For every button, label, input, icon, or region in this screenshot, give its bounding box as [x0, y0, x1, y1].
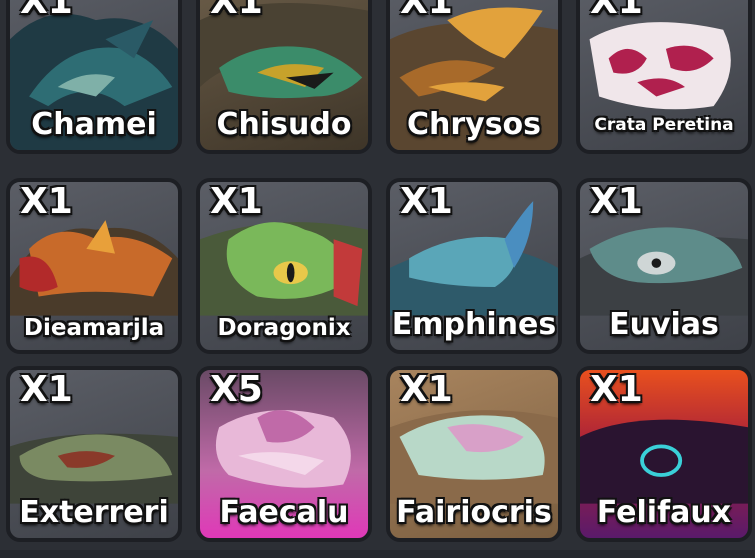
item-name: Chrysos [406, 107, 542, 142]
item-card-chisudo[interactable]: X1 Chisudo [196, 0, 372, 154]
item-name: Chisudo [216, 107, 352, 142]
item-count: X1 [210, 181, 263, 222]
item-card-chrysos[interactable]: X1 Chrysos [386, 0, 562, 154]
item-name: Felifaux [596, 495, 732, 530]
item-count: X1 [20, 369, 73, 410]
item-count: X1 [590, 369, 643, 410]
item-name: Fairiocris [396, 495, 552, 530]
item-card-faecalu[interactable]: X5 Faecalu [196, 366, 372, 542]
item-card-emphines[interactable]: X1 Emphines [386, 178, 562, 354]
item-card-doragonix[interactable]: X1 Doragonix [196, 178, 372, 354]
item-count: X1 [590, 181, 643, 222]
item-count: X5 [210, 369, 263, 410]
item-name: Emphines [391, 307, 557, 342]
item-card-crata-peretina[interactable]: X1 Crata Peretina [576, 0, 752, 154]
item-name: Chamei [31, 107, 157, 142]
item-card-exterreri[interactable]: X1 Exterreri [6, 366, 182, 542]
item-count: X1 [400, 181, 453, 222]
item-name: Doragonix [217, 315, 351, 341]
item-count: X1 [20, 181, 73, 222]
item-name: Exterreri [19, 495, 169, 530]
item-name: Euvias [609, 307, 719, 342]
item-name: Dieamarjla [23, 315, 165, 341]
item-card-felifaux[interactable]: X1 Felifaux [576, 366, 752, 542]
item-card-chamei[interactable]: X1 Chamei [6, 0, 182, 154]
item-name: Crata Peretina [594, 115, 734, 135]
item-count: X1 [400, 369, 453, 410]
item-count: X1 [590, 0, 643, 22]
item-card-fairiocris[interactable]: X1 Fairiocris [386, 366, 562, 542]
next-row-edge [0, 550, 755, 558]
item-count: X1 [400, 0, 453, 22]
item-count: X1 [210, 0, 263, 22]
item-name: Faecalu [219, 495, 349, 530]
item-card-dieamarjla[interactable]: X1 Dieamarjla [6, 178, 182, 354]
item-count: X1 [20, 0, 73, 22]
inventory-grid: X1 Chamei X1 Chisudo X1 Chrysos X1 Crata… [0, 0, 755, 558]
item-card-euvias[interactable]: X1 Euvias [576, 178, 752, 354]
